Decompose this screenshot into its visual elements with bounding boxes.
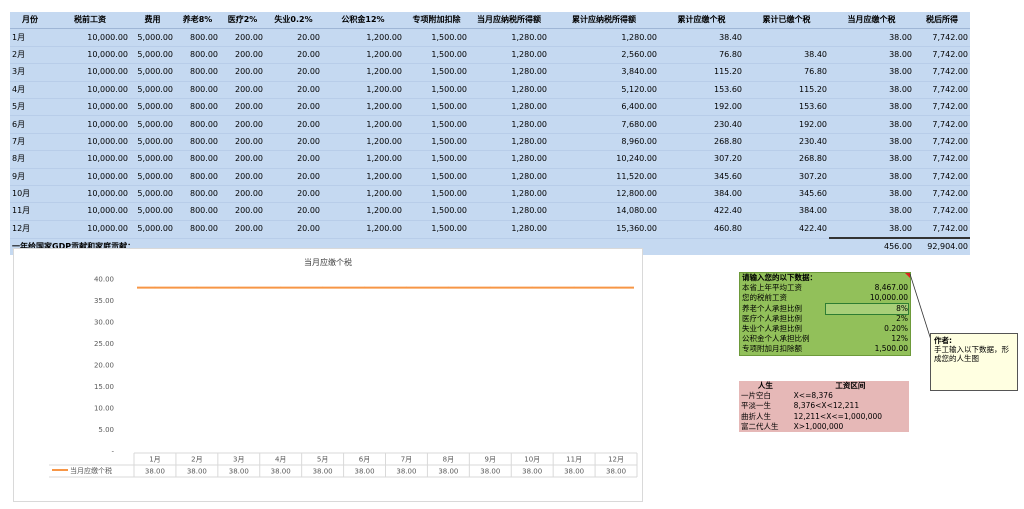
- life-row: 一片空白 X<=8,376: [739, 391, 909, 401]
- life-type[interactable]: 一片空白: [739, 391, 792, 401]
- salary-range[interactable]: 8,376<X<12,211: [792, 401, 909, 411]
- life-type[interactable]: 富二代人生: [739, 422, 792, 432]
- comment-connector: [909, 273, 932, 341]
- life-table: 人生 工资区间 一片空白 X<=8,376 平淡一生 8,376<X<12,211 曲折…: [739, 381, 909, 432]
- life-table-header: 人生 工资区间: [739, 381, 909, 391]
- comment-text: 手工输入以下数据，形成您的人生图: [934, 345, 1009, 363]
- salary-range[interactable]: X>1,000,000: [792, 422, 909, 432]
- life-header-life[interactable]: 人生: [739, 381, 792, 391]
- salary-range[interactable]: X<=8,376: [792, 391, 909, 401]
- comment-author: 作者:: [934, 336, 952, 345]
- life-type[interactable]: 曲折人生: [739, 412, 792, 422]
- life-type[interactable]: 平淡一生: [739, 401, 792, 411]
- life-row: 平淡一生 8,376<X<12,211: [739, 401, 909, 411]
- comment-box[interactable]: 作者: 手工输入以下数据，形成您的人生图: [930, 333, 1018, 391]
- salary-range[interactable]: 12,211<X<=1,000,000: [792, 412, 909, 422]
- life-header-range[interactable]: 工资区间: [792, 381, 909, 391]
- life-row: 富二代人生 X>1,000,000: [739, 422, 909, 432]
- life-row: 曲折人生 12,211<X<=1,000,000: [739, 412, 909, 422]
